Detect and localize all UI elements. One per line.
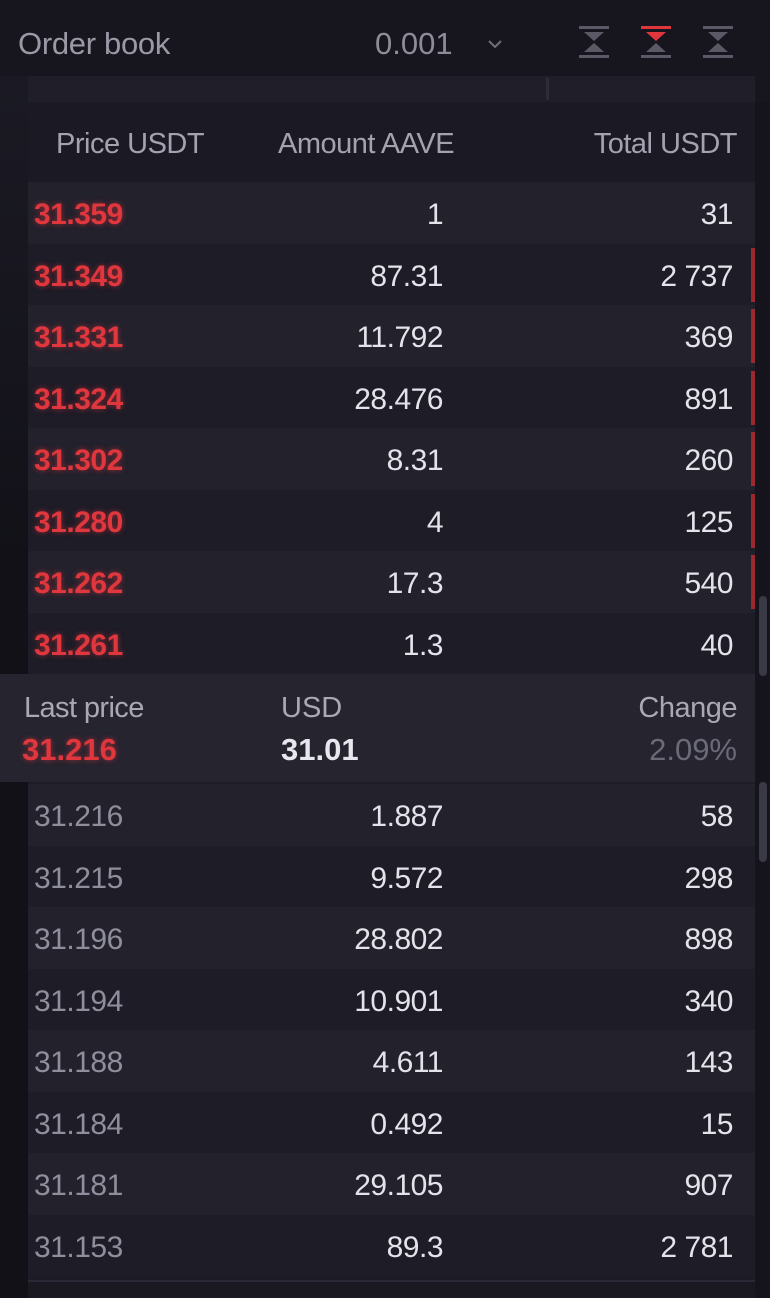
- bid-amount: 29.105: [354, 1169, 443, 1202]
- bid-total: 15: [700, 1107, 734, 1141]
- ask-row[interactable]: 31.324 28.476 891: [28, 366, 755, 428]
- ask-row[interactable]: 31.302 8.31 260: [28, 428, 755, 490]
- bid-row[interactable]: 31.153 89.3 2 781: [28, 1214, 755, 1276]
- view-both-icon[interactable]: [576, 22, 612, 62]
- ask-amount: 11.792: [356, 321, 443, 354]
- view-asks-icon[interactable]: [638, 22, 674, 62]
- bid-amount: 4.611: [372, 1046, 444, 1079]
- bid-total: 907: [684, 1169, 733, 1202]
- ask-price: 31.324: [34, 382, 123, 416]
- ask-total: 31: [700, 198, 734, 231]
- bid-total: 298: [684, 861, 733, 895]
- panel-footer: [28, 1280, 755, 1298]
- bid-price: 31.153: [34, 1230, 123, 1264]
- ask-total: 540: [684, 567, 733, 600]
- ask-total: 369: [684, 321, 733, 354]
- bid-total: 340: [684, 984, 733, 1018]
- ask-price: 31.261: [34, 628, 123, 662]
- ask-amount: 1.3: [402, 628, 444, 662]
- bid-price: 31.184: [34, 1107, 123, 1141]
- price-column-header: Price USDT: [56, 128, 205, 160]
- ask-row[interactable]: 31.331 11.792 369: [28, 305, 755, 367]
- ask-row[interactable]: 31.262 17.3 540: [28, 551, 755, 613]
- bids-list: 31.216 1.887 58 31.215 9.572 298 31.196 …: [28, 784, 755, 1276]
- bid-row[interactable]: 31.194 10.901 340: [28, 968, 755, 1030]
- bid-amount: 28.802: [354, 923, 443, 956]
- bid-total: 143: [684, 1046, 733, 1079]
- ask-total: 40: [700, 628, 734, 662]
- ask-row[interactable]: 31.349 87.31 2 737: [28, 243, 755, 305]
- usd-value: 31.01: [281, 732, 359, 767]
- bid-total: 2 781: [660, 1230, 733, 1264]
- scrollbar-thumb[interactable]: [759, 782, 767, 862]
- last-price-section: Last price 31.216 USD 31.01 Change 2.09%: [0, 674, 757, 782]
- bid-row[interactable]: 31.215 9.572 298: [28, 845, 755, 907]
- bid-row[interactable]: 31.184 0.492 15: [28, 1091, 755, 1153]
- last-price-value: 31.216: [22, 732, 117, 767]
- change-value: 2.09%: [649, 732, 737, 767]
- bid-total: 898: [684, 923, 733, 956]
- bid-amount: 1.887: [370, 800, 443, 833]
- ask-amount: 4: [426, 505, 444, 539]
- bid-amount: 0.492: [370, 1107, 443, 1141]
- ask-amount: 87.31: [370, 259, 443, 293]
- total-column-header: Total USDT: [593, 128, 738, 160]
- bid-amount: 10.901: [354, 984, 443, 1018]
- view-bids-icon[interactable]: [700, 22, 736, 62]
- bid-price: 31.215: [34, 861, 123, 895]
- ask-price: 31.280: [34, 505, 123, 539]
- bid-price: 31.181: [34, 1169, 123, 1202]
- ask-row[interactable]: 31.359 1 31: [28, 182, 755, 244]
- ask-total: 125: [684, 505, 733, 539]
- ask-amount: 8.31: [386, 444, 444, 477]
- ask-total: 891: [684, 382, 733, 416]
- asks-list: 31.359 1 31 31.349 87.31 2 737 31.331 11…: [28, 182, 755, 674]
- column-headers: Price USDT Amount AAVE Total USDT: [28, 102, 755, 182]
- ask-row[interactable]: 31.261 1.3 40: [28, 612, 755, 674]
- scrollbar-track[interactable]: [755, 102, 770, 1298]
- ask-total: 2 737: [660, 259, 733, 293]
- order-book-header: Order book 0.001: [0, 0, 770, 76]
- bid-amount: 89.3: [386, 1230, 444, 1264]
- ask-total: 260: [684, 444, 733, 477]
- bid-total: 58: [700, 800, 734, 833]
- scrollbar-thumb[interactable]: [759, 596, 767, 676]
- toolbar-strip: [28, 76, 755, 102]
- bid-row[interactable]: 31.216 1.887 58: [28, 784, 755, 846]
- amount-column-header: Amount AAVE: [278, 128, 455, 160]
- bid-row[interactable]: 31.188 4.611 143: [28, 1030, 755, 1092]
- bid-price: 31.194: [34, 984, 123, 1018]
- chevron-down-icon[interactable]: [487, 36, 503, 52]
- ask-price: 31.262: [34, 567, 123, 600]
- bid-price: 31.216: [34, 800, 123, 833]
- bid-price: 31.196: [34, 923, 123, 956]
- bid-price: 31.188: [34, 1046, 123, 1079]
- ask-amount: 28.476: [354, 382, 443, 416]
- ask-price: 31.302: [34, 444, 123, 477]
- ask-row[interactable]: 31.280 4 125: [28, 489, 755, 551]
- usd-label: USD: [281, 692, 343, 724]
- last-price-label: Last price: [24, 692, 144, 724]
- bid-row[interactable]: 31.196 28.802 898: [28, 907, 755, 969]
- ask-price: 31.359: [34, 198, 123, 231]
- bid-amount: 9.572: [370, 861, 443, 895]
- bid-row[interactable]: 31.181 29.105 907: [28, 1153, 755, 1215]
- panel-title: Order book: [18, 26, 171, 61]
- ask-price: 31.331: [34, 321, 123, 354]
- ask-amount: 1: [426, 198, 444, 231]
- ask-amount: 17.3: [386, 567, 444, 600]
- ask-price: 31.349: [34, 259, 123, 293]
- change-label: Change: [638, 692, 737, 724]
- precision-select[interactable]: 0.001: [375, 26, 453, 62]
